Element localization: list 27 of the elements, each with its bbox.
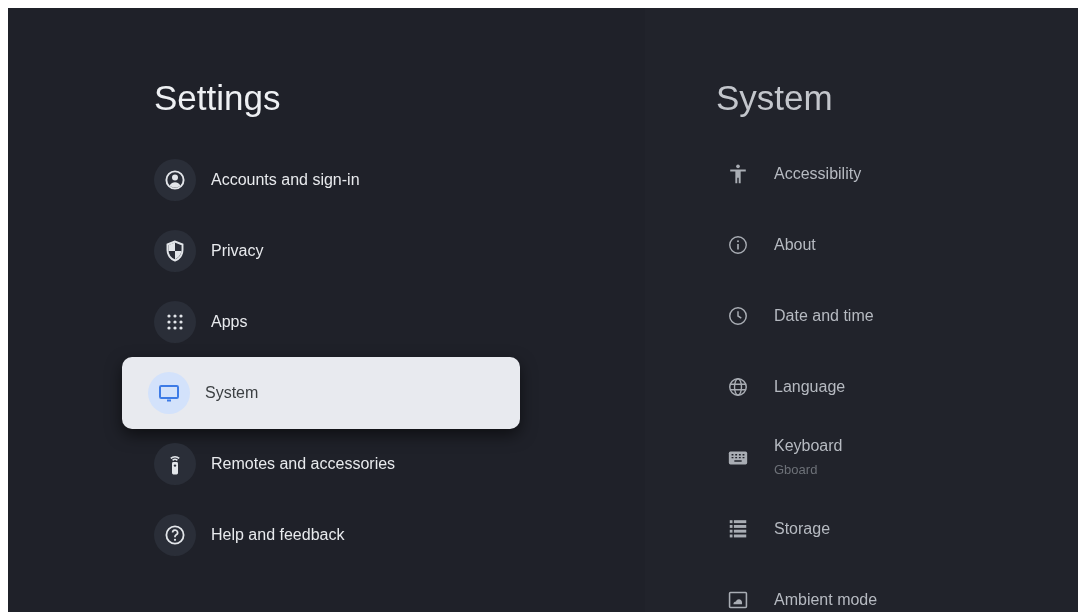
remote-icon	[154, 442, 196, 485]
menu-item-subtitle: Gboard	[774, 461, 819, 479]
monitor-icon	[148, 371, 190, 414]
system-menu-item[interactable]: Language	[727, 375, 846, 398]
clock-icon	[727, 304, 749, 327]
help-icon	[154, 513, 196, 556]
settings-menu-item[interactable]: Accounts and sign-in	[154, 158, 360, 201]
settings-menu-item[interactable]: Privacy	[154, 229, 264, 272]
settings-menu-item[interactable]: Help and feedback	[154, 513, 345, 556]
system-menu-item[interactable]: Date and time	[727, 304, 874, 327]
system-menu-item[interactable]: About	[727, 233, 816, 256]
settings-menu-item[interactable]: Apps	[154, 300, 248, 343]
settings-menu-item[interactable]: Remotes and accessories	[154, 442, 396, 485]
person-circle-icon	[154, 158, 196, 201]
system-menu-item[interactable]: Accessibility	[727, 162, 862, 185]
system-menu-item[interactable]: Keyboard Gboard	[727, 436, 843, 479]
system-menu-item[interactable]: Ambient mode	[727, 588, 878, 611]
list-icon	[727, 517, 749, 540]
globe-icon	[727, 375, 749, 398]
info-icon	[727, 233, 749, 256]
accessibility-icon	[727, 162, 749, 185]
settings-menu-item[interactable]: System	[122, 356, 520, 429]
shield-icon	[154, 229, 196, 272]
system-menu-item[interactable]: Storage	[727, 517, 831, 540]
system-title: System	[716, 78, 833, 118]
settings-title: Settings	[154, 78, 281, 118]
dot-grid-icon	[154, 300, 196, 343]
